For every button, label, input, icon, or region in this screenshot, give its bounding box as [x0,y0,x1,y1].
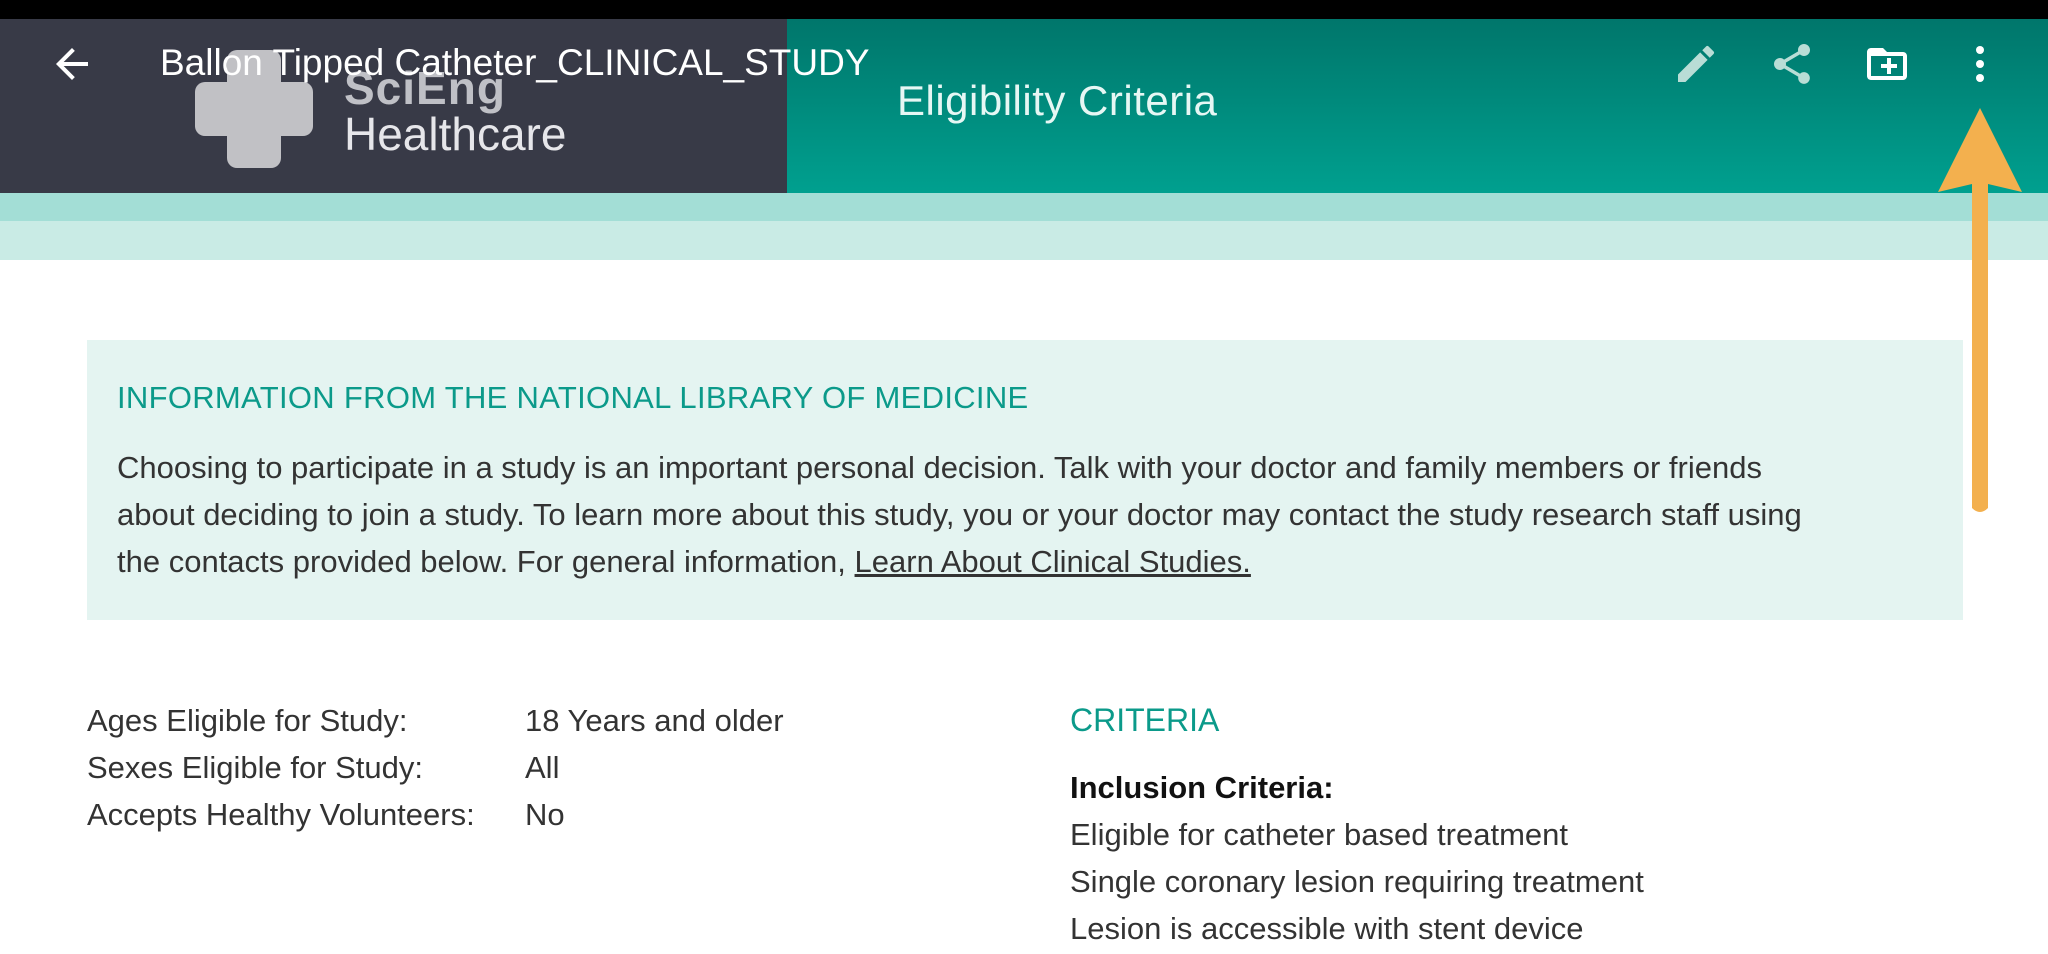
folder-add-icon [1867,48,1907,80]
criteria-heading: CRITERIA [1070,702,1220,738]
banner-stripe [0,193,2048,221]
eligibility-label: Ages Eligible for Study: [87,703,408,738]
info-body: Choosing to participate in a study is an… [117,444,1947,585]
share-button[interactable] [1768,40,1816,88]
eligibility-value: No [525,797,565,832]
logo-text-bottom: Healthcare [344,108,567,160]
criteria-item: Eligible for catheter based treatment [1070,817,1568,852]
info-line: the contacts provided below. For general… [117,538,1947,585]
criteria-section: CRITERIA Inclusion Criteria: Eligible fo… [1070,697,1644,952]
eligibility-table: Ages Eligible for Study: 18 Years and ol… [87,697,784,838]
back-button[interactable] [48,40,96,88]
info-line: Choosing to participate in a study is an… [117,450,1762,485]
eligibility-row: Sexes Eligible for Study: All [87,744,784,791]
info-heading: INFORMATION FROM THE NATIONAL LIBRARY OF… [117,380,1029,415]
inclusion-criteria-title: Inclusion Criteria: [1070,770,1334,805]
section-title: Eligibility Criteria [897,77,1218,124]
info-line: about deciding to join a study. To learn… [117,497,1802,532]
eligibility-row: Accepts Healthy Volunteers: No [87,791,784,838]
more-options-button[interactable] [1956,40,2004,88]
nlm-info-box: INFORMATION FROM THE NATIONAL LIBRARY OF… [87,340,1963,620]
info-line-text: the contacts provided below. For general… [117,544,846,579]
more-vert-icon [1976,46,1984,82]
status-bar [0,0,2048,19]
eligibility-value: All [525,750,560,785]
banner-teal-panel: Eligibility Criteria [787,19,2048,193]
banner-stripe-light [0,221,2048,260]
criteria-item: Single coronary lesion requiring treatme… [1070,864,1644,899]
eligibility-label: Accepts Healthy Volunteers: [87,797,475,832]
eligibility-value: 18 Years and older [525,703,784,738]
edit-button[interactable] [1672,40,1720,88]
share-icon [1774,44,1810,84]
document-title: Ballon Tipped Catheter_CLINICAL_STUDY [160,42,870,83]
pencil-icon [1678,45,1715,82]
arrow-back-icon [56,48,88,80]
eligibility-label: Sexes Eligible for Study: [87,750,424,785]
add-to-folder-button[interactable] [1863,40,1911,88]
eligibility-row: Ages Eligible for Study: 18 Years and ol… [87,697,784,744]
learn-about-clinical-studies-link[interactable]: Learn About Clinical Studies. [855,544,1251,579]
criteria-item: Lesion is accessible with stent device [1070,911,1584,946]
